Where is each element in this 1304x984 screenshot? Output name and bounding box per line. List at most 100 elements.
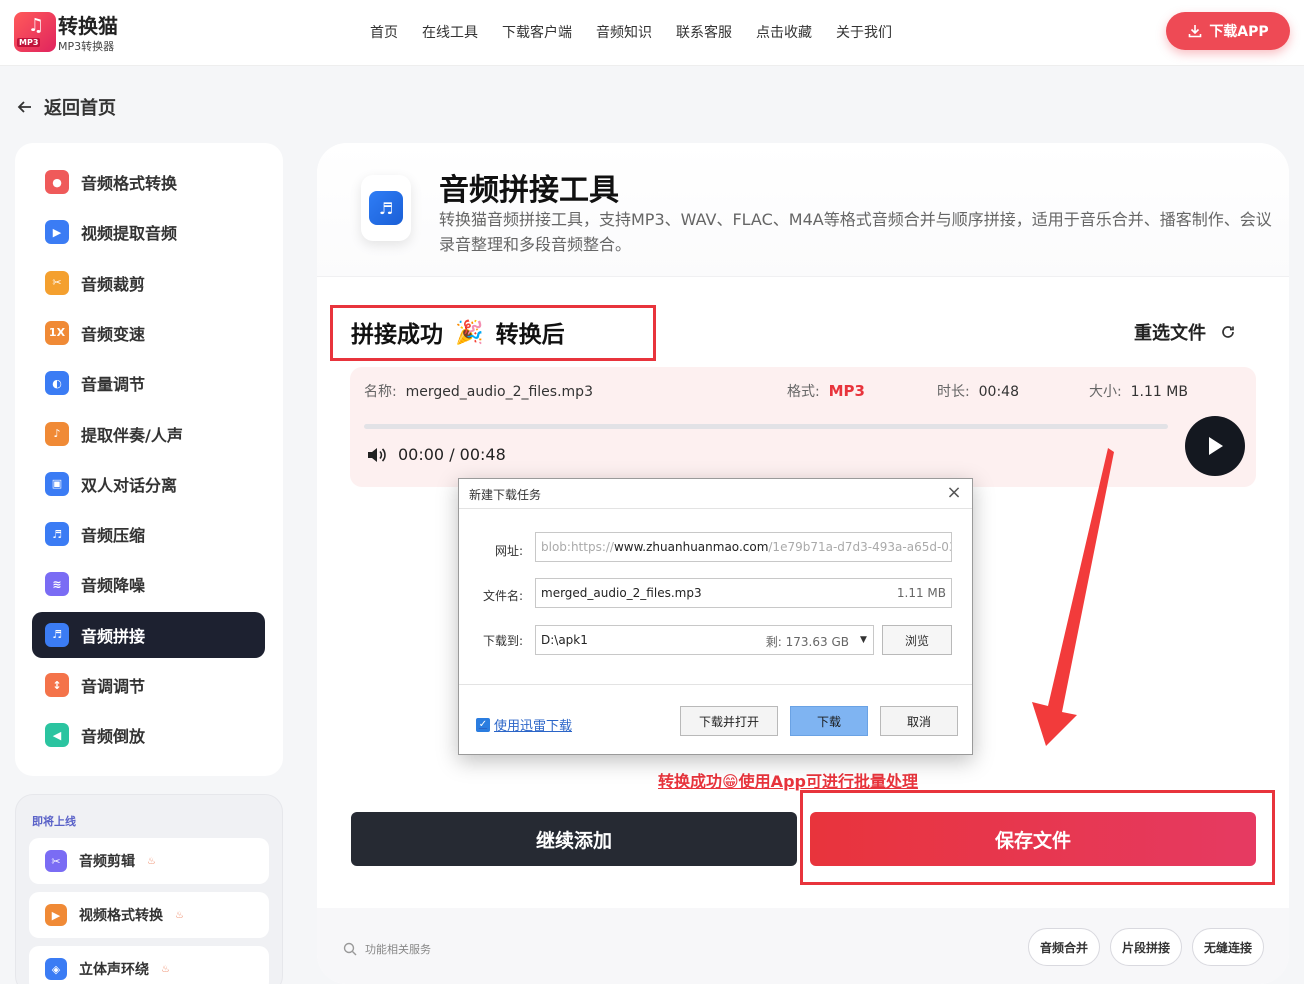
url-label: 网址: — [494, 544, 523, 558]
dialog-footer: ✓ 使用迅雷下载 下载并打开 下载 取消 — [459, 684, 972, 754]
download-app-button[interactable]: 下载APP — [1166, 12, 1290, 50]
sidebar-item-icon: ≋ — [45, 572, 69, 597]
sidebar-item-icon: ✂ — [45, 270, 69, 295]
chip-audio-merge[interactable]: 音频合并 — [1028, 928, 1100, 966]
reselect-file-button[interactable]: 重选文件 — [1134, 319, 1236, 345]
nav-audio-knowledge[interactable]: 音频知识 — [596, 22, 652, 42]
download-open-button[interactable]: 下载并打开 — [680, 706, 778, 736]
size-info: 大小: 1.11 MB — [1089, 381, 1188, 401]
hot-icon: ♨ — [161, 963, 170, 975]
sidebar-item[interactable]: ◀ 音频倒放 — [32, 712, 265, 758]
play-button[interactable] — [1185, 416, 1245, 476]
playback-time: 00:00 / 00:48 — [366, 445, 506, 464]
sidebar-item[interactable]: ↕ 音调调节 — [32, 662, 265, 708]
browse-button[interactable]: 浏览 — [882, 625, 952, 655]
after-label: 转换后 — [495, 322, 565, 348]
coming-soon-title: 即将上线 — [32, 815, 76, 828]
batch-hint-link[interactable]: 转换成功😁使用App可进行批量处理 — [658, 768, 918, 792]
play-icon — [1209, 437, 1223, 455]
logo-tag: MP3 — [17, 38, 41, 47]
tool-title: 音频拼接工具 — [439, 173, 619, 208]
progress-bar[interactable] — [364, 424, 1168, 429]
coming-soon-label: 立体声环绕 — [79, 962, 149, 978]
close-icon[interactable]: × — [945, 484, 963, 502]
url-field[interactable]: blob:https://www.zhuanhuanmao.com/1e79b7… — [535, 532, 952, 562]
nav-download-client[interactable]: 下载客户端 — [502, 22, 572, 42]
sidebar-item[interactable]: ● 音频格式转换 — [32, 159, 265, 205]
tool-icon: ♬ — [361, 175, 411, 241]
logo-subtitle: MP3转换器 — [58, 40, 115, 53]
sidebar-item-icon: ♪ — [45, 421, 69, 446]
sidebar-item-label: 音频倒放 — [81, 727, 146, 747]
sidebar-item[interactable]: ♪ 提取伴奏/人声 — [32, 411, 265, 457]
nav-contact[interactable]: 联系客服 — [676, 22, 732, 42]
filename-label: 文件名: — [482, 589, 523, 603]
time-readout: 00:00 / 00:48 — [398, 445, 506, 464]
sidebar-item[interactable]: ◐ 音量调节 — [32, 360, 265, 406]
dialog-title: 新建下载任务 — [459, 479, 972, 509]
related-label: 功能相关服务 — [343, 941, 431, 957]
sidebar-item-label: 音调调节 — [81, 677, 146, 696]
dest-value: D:\apk1 — [541, 633, 588, 647]
filesize-value: 1.11 MB — [896, 586, 946, 600]
chip-seamless[interactable]: 无缝连接 — [1192, 928, 1264, 966]
coming-soon-icon: ▶ — [45, 904, 67, 926]
back-home-link[interactable]: 返回首页 — [16, 94, 116, 120]
dialog-body: 网址: blob:https://www.zhuanhuanmao.com/1e… — [459, 509, 972, 684]
main-nav: 首页 在线工具 下载客户端 音频知识 联系客服 点击收藏 关于我们 — [370, 22, 892, 42]
chip-segment-join[interactable]: 片段拼接 — [1110, 928, 1182, 966]
coming-soon-icon: ◈ — [45, 958, 67, 980]
nav-about[interactable]: 关于我们 — [836, 22, 892, 42]
chevron-down-icon[interactable]: ▼ — [854, 625, 874, 655]
back-home-label: 返回首页 — [44, 98, 116, 119]
nav-home[interactable]: 首页 — [370, 22, 398, 42]
xunlei-link[interactable]: ✓ 使用迅雷下载 — [476, 715, 572, 734]
sidebar-item-icon: ▶ — [45, 220, 69, 245]
checkbox-icon[interactable]: ✓ — [476, 717, 490, 732]
volume-icon[interactable] — [366, 446, 388, 464]
coming-soon-item[interactable]: ◈ 立体声环绕 ♨ — [29, 946, 269, 984]
sidebar-item-icon: ◀ — [45, 723, 69, 748]
sidebar-item[interactable]: ✂ 音频裁剪 — [32, 260, 265, 306]
continue-add-button[interactable]: 继续添加 — [351, 812, 797, 866]
coming-soon-item[interactable]: ✂ 音频剪辑 ♨ — [29, 838, 269, 884]
cancel-button[interactable]: 取消 — [880, 706, 958, 736]
xunlei-label: 使用迅雷下载 — [494, 719, 573, 734]
sidebar-item[interactable]: ♬ 音频压缩 — [32, 511, 265, 557]
duration-key: 时长: — [937, 384, 970, 400]
sidebar-item-label: 音频变速 — [81, 324, 146, 344]
sidebar-item[interactable]: ♬ 音频拼接 — [32, 611, 265, 658]
filename-field[interactable]: merged_audio_2_files.mp3 1.11 MB — [535, 578, 952, 608]
download-button[interactable]: 下载 — [790, 706, 868, 736]
success-label: 拼接成功 — [351, 322, 443, 348]
dest-field[interactable]: D:\apk1 剩: 173.63 GB — [535, 625, 855, 655]
url-host: www.zhuanhuanmao.com — [613, 540, 769, 554]
refresh-icon — [1222, 326, 1234, 338]
coming-soon-label: 音频剪辑 — [79, 854, 135, 870]
related-services-bar: 功能相关服务 音频合并 片段拼接 无缝连接 — [317, 908, 1289, 984]
nav-bookmark[interactable]: 点击收藏 — [756, 22, 812, 42]
coming-soon-item[interactable]: ▶ 视频格式转换 ♨ — [29, 892, 269, 938]
nav-online-tools[interactable]: 在线工具 — [422, 22, 478, 42]
size-value: 1.11 MB — [1130, 384, 1188, 400]
sidebar-item-label: 音量调节 — [81, 375, 146, 395]
reselect-label: 重选文件 — [1134, 323, 1206, 344]
sidebar-item[interactable]: ▶ 视频提取音频 — [32, 209, 265, 255]
size-key: 大小: — [1089, 384, 1122, 400]
sidebar-item-label: 音频拼接 — [81, 626, 146, 646]
success-heading: 拼接成功 🎉 转换后 — [351, 315, 565, 349]
arrow-left-icon — [17, 101, 31, 113]
sidebar-item[interactable]: 1X 音频变速 — [32, 310, 265, 356]
logo-icon[interactable]: ♫ MP3 — [14, 12, 56, 52]
sidebar-item-label: 音频裁剪 — [81, 274, 146, 294]
sidebar-item[interactable]: ≋ 音频降噪 — [32, 561, 265, 607]
sidebar-item-icon: ↕ — [45, 673, 69, 697]
logo-title[interactable]: 转换猫 — [58, 10, 118, 39]
hot-icon: ♨ — [175, 909, 184, 921]
sidebar-item-label: 音频格式转换 — [81, 174, 178, 193]
sidebar-item-label: 音频压缩 — [81, 526, 146, 546]
related-text: 功能相关服务 — [365, 943, 431, 956]
sidebar-item[interactable]: ▣ 双人对话分离 — [32, 461, 265, 507]
top-header: ♫ MP3 转换猫 MP3转换器 首页 在线工具 下载客户端 音频知识 联系客服… — [0, 0, 1304, 66]
sidebar-item-icon: ♬ — [45, 522, 69, 547]
